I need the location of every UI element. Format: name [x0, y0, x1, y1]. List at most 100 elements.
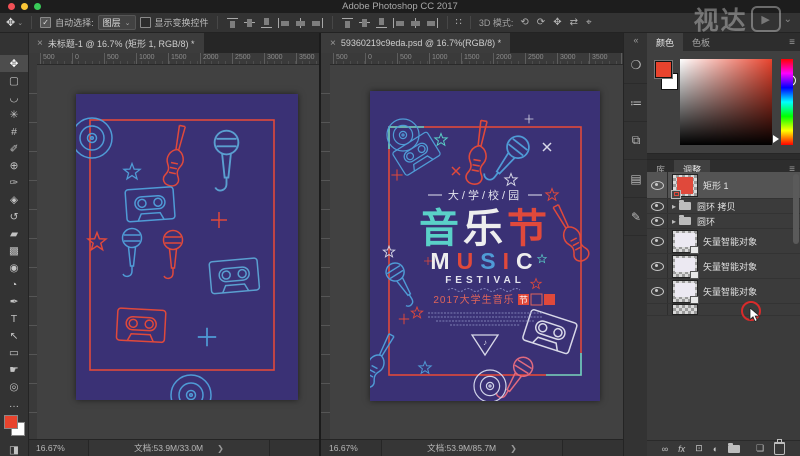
- visibility-toggle[interactable]: [647, 229, 668, 253]
- layer-name[interactable]: 圆环: [697, 215, 715, 228]
- quick-mask-button[interactable]: ◨: [0, 441, 28, 456]
- panel-properties-icon[interactable]: ≔: [624, 84, 648, 122]
- tool-lasso[interactable]: ◡: [0, 89, 28, 106]
- distribute-right-icon[interactable]: [426, 17, 439, 29]
- foreground-color-swatch[interactable]: [654, 60, 673, 79]
- panel-menu-icon[interactable]: ≡: [789, 33, 795, 51]
- visibility-toggle[interactable]: [647, 279, 668, 303]
- layer-name[interactable]: 矢量智能对象: [703, 235, 757, 248]
- layer-style-icon[interactable]: fx: [678, 444, 685, 454]
- tool-edit-toolbar[interactable]: …: [0, 395, 28, 412]
- hue-slider[interactable]: [781, 59, 793, 145]
- tool-zoom[interactable]: ◎: [0, 378, 28, 395]
- current-tool-button[interactable]: ✥ ⌄: [6, 16, 23, 29]
- tool-type[interactable]: T: [0, 310, 28, 327]
- tool-history-brush[interactable]: ↺: [0, 208, 28, 225]
- show-transform-checkbox[interactable]: [139, 17, 151, 28]
- canvas-left[interactable]: [37, 65, 319, 440]
- tab-color[interactable]: 颜色: [647, 33, 684, 51]
- tool-magic-wand[interactable]: ✳: [0, 106, 28, 123]
- zoom-level-field[interactable]: 16.67%: [28, 443, 88, 453]
- align-top-icon[interactable]: [226, 17, 239, 29]
- expand-group-icon[interactable]: ▸: [672, 217, 676, 226]
- document-tab-untitled[interactable]: × 未标题-1 @ 16.7% (矩形 1, RGB/8) *: [28, 33, 204, 53]
- auto-select-checkbox[interactable]: ✓: [40, 17, 52, 28]
- new-layer-icon[interactable]: ❏: [756, 443, 764, 454]
- panel-info-icon[interactable]: ▤: [624, 160, 648, 198]
- auto-select-target-dropdown[interactable]: 图层 ⌄: [97, 15, 136, 30]
- tool-clone-stamp[interactable]: ◈: [0, 191, 28, 208]
- 3d-roll-icon[interactable]: ⟳: [537, 17, 545, 28]
- tool-crop[interactable]: #: [0, 123, 28, 140]
- panel-clone-source-icon[interactable]: ⧉: [624, 122, 648, 160]
- distribute-bottom-icon[interactable]: [375, 17, 388, 29]
- 3d-pan-icon[interactable]: ✥: [553, 17, 561, 28]
- layer-thumbnail[interactable]: [672, 254, 699, 279]
- visibility-toggle[interactable]: [647, 214, 668, 228]
- layer-row-rectangle-1[interactable]: 矩形 1: [647, 172, 800, 199]
- panel-brush-settings-icon[interactable]: ✎: [624, 198, 648, 236]
- layer-row-group-ring-copy[interactable]: ▸ 圆环 拷贝: [647, 199, 800, 214]
- align-horizontal-center-icon[interactable]: [294, 17, 307, 29]
- layer-name[interactable]: 矢量智能对象: [703, 285, 757, 298]
- 3d-orbit-icon[interactable]: ⟲: [520, 17, 528, 28]
- distribute-left-icon[interactable]: [392, 17, 405, 29]
- document-size-info[interactable]: 文档:53.9M/33.0M ❯: [88, 440, 270, 456]
- layer-thumbnail[interactable]: [672, 229, 699, 254]
- expand-panels-icon[interactable]: «: [624, 33, 648, 46]
- tool-move[interactable]: ✥: [0, 55, 28, 72]
- saturation-brightness-field[interactable]: [680, 59, 796, 145]
- tool-gradient[interactable]: ▩: [0, 242, 28, 259]
- layer-name[interactable]: 矢量智能对象: [703, 260, 757, 273]
- tool-pen[interactable]: ✒: [0, 293, 28, 310]
- distribute-horizontal-center-icon[interactable]: [409, 17, 422, 29]
- 3d-zoom-icon[interactable]: ⌖: [586, 17, 592, 28]
- layer-name[interactable]: 圆环 拷贝: [697, 200, 736, 213]
- layer-thumbnail[interactable]: [672, 279, 699, 304]
- new-group-icon[interactable]: [728, 442, 741, 453]
- foreground-color-swatch[interactable]: [4, 415, 18, 429]
- tab-swatches[interactable]: 色板: [683, 33, 719, 51]
- 3d-slide-icon[interactable]: ⇄: [570, 17, 578, 28]
- visibility-toggle[interactable]: [647, 254, 668, 278]
- align-left-icon[interactable]: [277, 17, 290, 29]
- delete-layer-icon[interactable]: [774, 439, 786, 455]
- layer-row-smart-object-2[interactable]: 矢量智能对象: [647, 254, 800, 279]
- distribute-top-icon[interactable]: [341, 17, 354, 29]
- color-swatches[interactable]: [4, 415, 25, 436]
- tool-healing-brush[interactable]: ⊕: [0, 157, 28, 174]
- panel-history-icon[interactable]: ❍: [624, 46, 648, 84]
- align-vertical-center-icon[interactable]: [243, 17, 256, 29]
- tool-path-select[interactable]: ↖: [0, 327, 28, 344]
- tool-eyedropper[interactable]: ✐: [0, 140, 28, 157]
- auto-align-icon[interactable]: ∷: [456, 17, 462, 28]
- new-adjustment-layer-icon[interactable]: ◐: [713, 444, 718, 454]
- link-layers-icon[interactable]: ∞: [662, 444, 668, 454]
- zoom-level-field[interactable]: 16.67%: [321, 443, 381, 453]
- tool-eraser[interactable]: ▰: [0, 225, 28, 242]
- add-layer-mask-icon[interactable]: ⊡: [695, 443, 703, 454]
- visibility-toggle[interactable]: [647, 199, 668, 213]
- align-right-icon[interactable]: [311, 17, 324, 29]
- close-tab-icon[interactable]: ×: [37, 38, 43, 49]
- tool-brush[interactable]: ✑: [0, 174, 28, 191]
- layer-row-group-ring[interactable]: ▸ 圆环: [647, 214, 800, 229]
- tool-shape[interactable]: ▭: [0, 344, 28, 361]
- expand-group-icon[interactable]: ▸: [672, 202, 676, 211]
- tool-marquee[interactable]: ▢: [0, 72, 28, 89]
- document-size-info[interactable]: 文档:53.9M/85.7M ❯: [381, 440, 563, 456]
- layer-row-smart-object-1[interactable]: 矢量智能对象: [647, 229, 800, 254]
- tool-hand[interactable]: ☛: [0, 361, 28, 378]
- tool-dodge[interactable]: ◔: [0, 276, 28, 293]
- canvas-right[interactable]: 大/学/校/园 音乐节 MUSIC FESTIVAL 2017大学生音乐 节 ♪: [330, 65, 623, 440]
- visibility-toggle[interactable]: [647, 172, 668, 198]
- align-bottom-icon[interactable]: [260, 17, 273, 29]
- layer-thumbnail[interactable]: [671, 173, 698, 199]
- layers-scrollbar[interactable]: [793, 174, 799, 244]
- layer-name[interactable]: 矩形 1: [703, 179, 729, 192]
- layer-row-partial[interactable]: [647, 304, 800, 316]
- close-tab-icon[interactable]: ×: [330, 38, 336, 49]
- layer-row-smart-object-3[interactable]: 矢量智能对象: [647, 279, 800, 304]
- document-tab-psd[interactable]: × 59360219c9eda.psd @ 16.7%(RGB/8) *: [321, 33, 511, 53]
- tool-blur[interactable]: ◉: [0, 259, 28, 276]
